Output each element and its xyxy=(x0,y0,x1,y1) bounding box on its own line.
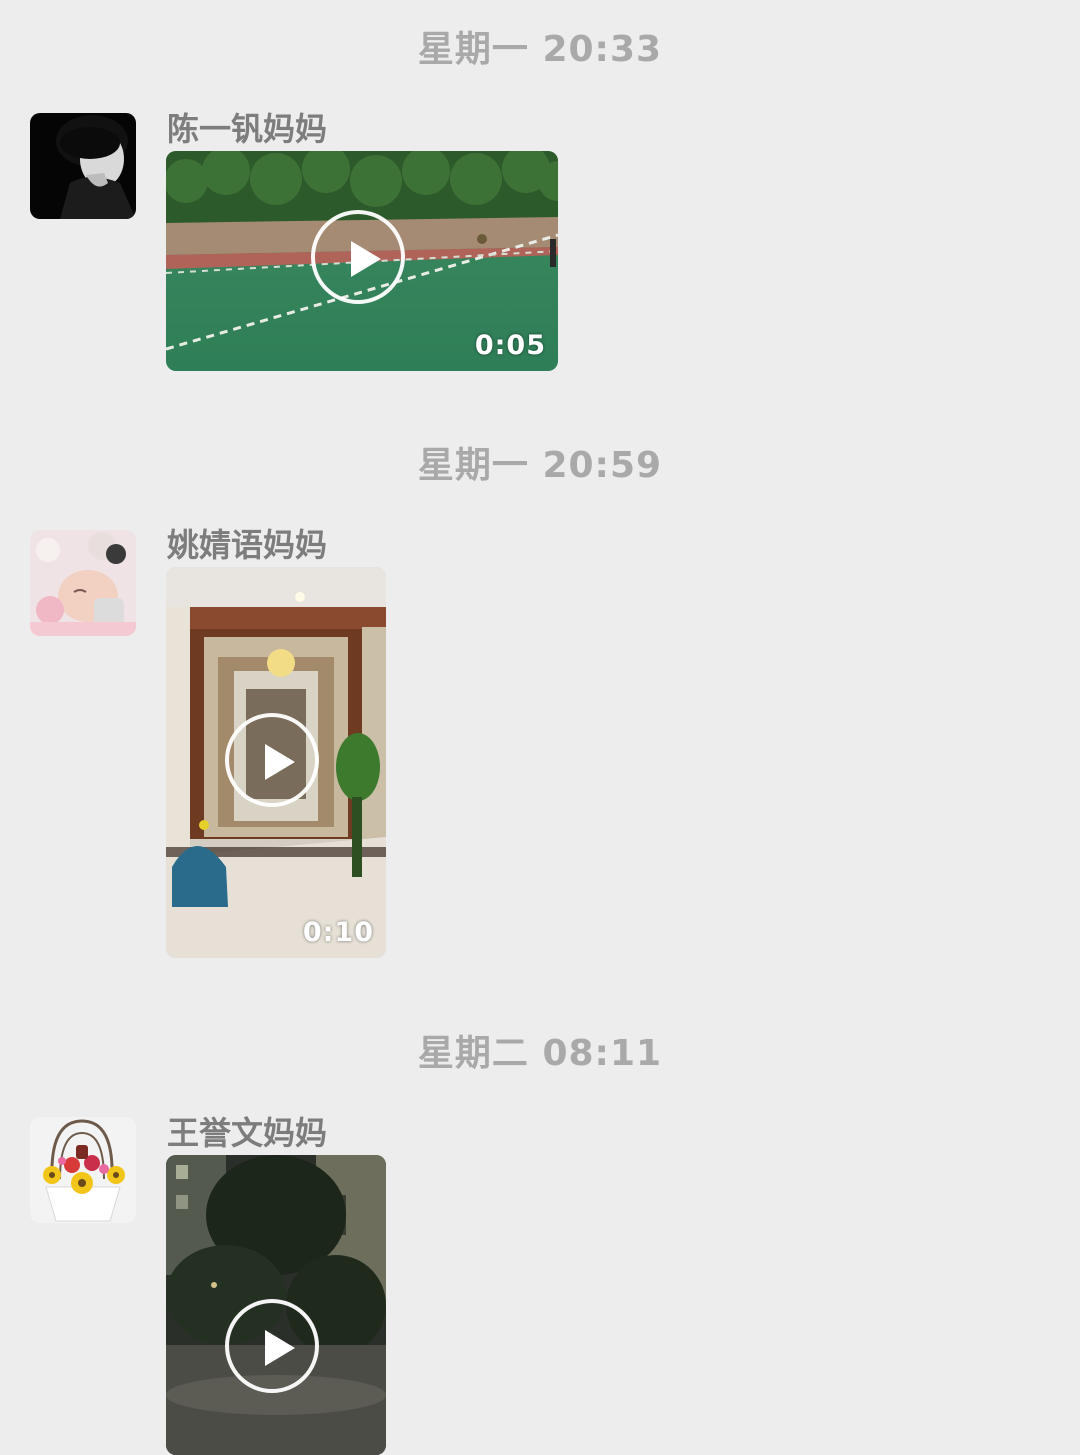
woman-portrait-image xyxy=(30,113,136,219)
message-timestamp: 星期一 20:33 xyxy=(417,29,663,70)
play-icon[interactable] xyxy=(311,210,405,304)
avatar[interactable] xyxy=(30,113,136,219)
avatar[interactable] xyxy=(30,1117,136,1223)
sender-name: 陈一钒妈妈 xyxy=(167,110,328,148)
play-icon[interactable] xyxy=(225,1299,319,1393)
flower-basket-image xyxy=(30,1117,136,1223)
avatar[interactable] xyxy=(30,530,136,636)
message-timestamp: 星期二 08:11 xyxy=(417,1033,663,1074)
play-icon[interactable] xyxy=(225,713,319,807)
video-message[interactable]: 0:05 xyxy=(166,151,558,371)
sender-name: 王誉文妈妈 xyxy=(167,1114,328,1152)
sleeping-baby-image xyxy=(30,530,136,636)
video-duration: 0:10 xyxy=(302,917,374,948)
video-message[interactable]: 0:10 xyxy=(166,567,386,958)
video-duration: 0:05 xyxy=(474,330,546,361)
sender-name: 姚婧语妈妈 xyxy=(167,526,328,564)
message-timestamp: 星期一 20:59 xyxy=(417,445,663,486)
video-message[interactable] xyxy=(166,1155,386,1455)
